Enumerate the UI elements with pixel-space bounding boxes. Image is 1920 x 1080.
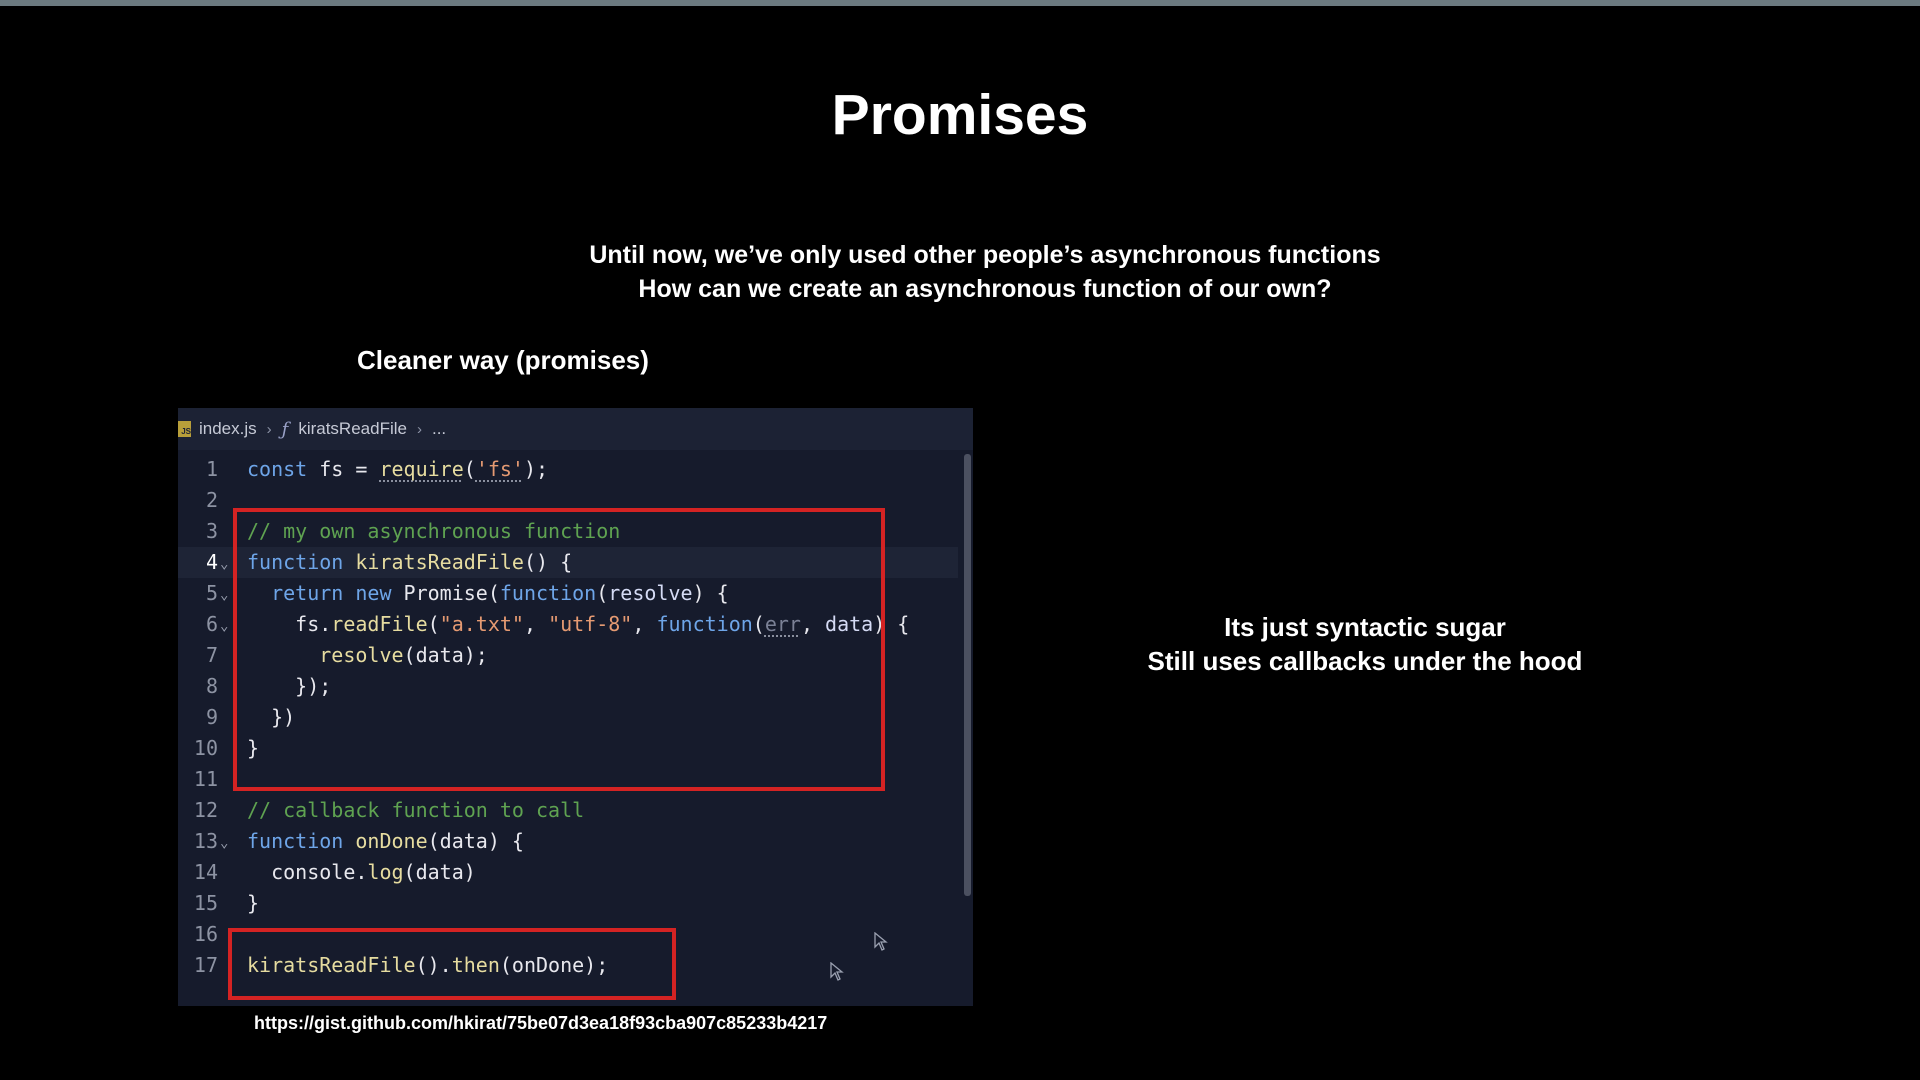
vertical-scrollbar[interactable] [964,454,971,896]
line-number[interactable]: 16 [178,919,218,950]
line-number[interactable]: 10 [178,733,218,764]
code-token: // callback function to call [247,798,585,822]
line-number[interactable]: 4 [178,547,218,578]
code-token: 'fs' [475,457,524,481]
code-token: log [367,860,404,884]
side-note-line-1: Its just syntactic sugar [1224,612,1506,642]
line-number[interactable]: 7 [178,640,218,671]
code-line[interactable]: 1 const fs = require('fs'); [178,454,958,485]
line-number[interactable]: 9 [178,702,218,733]
breadcrumb-more[interactable]: ... [432,419,446,439]
line-number[interactable]: 2 [178,485,218,516]
code-line[interactable]: 15} [178,888,958,919]
code-token: console. [247,860,368,884]
chevron-right-icon: › [266,420,272,438]
code-token: require [379,457,464,481]
line-number[interactable]: 12 [178,795,218,826]
line-number[interactable]: 11 [178,764,218,795]
top-progress-bar [0,0,1920,6]
slide-title: Promises [831,83,1089,147]
line-number[interactable]: 15 [178,888,218,919]
code-token: function [247,829,344,853]
line-number[interactable]: 13 [178,826,218,857]
code-editor[interactable]: JS index.js › ƒ kiratsReadFile › ... 1 co… [178,408,973,1006]
line-number[interactable]: 1 [178,454,218,485]
code-token: } [247,891,260,915]
line-number[interactable]: 14 [178,857,218,888]
line-code: function onDone(data) { [247,826,524,857]
line-number[interactable]: 6 [178,609,218,640]
fold-chevron-icon[interactable]: ⌄ [220,580,228,611]
function-icon: ƒ [281,418,289,440]
code-line[interactable]: 13 ⌄ function onDone(data) { [178,826,958,857]
code-line[interactable]: 12 // callback function to call [178,795,958,826]
highlight-box-call [228,928,676,1000]
section-heading: Cleaner way (promises) [357,345,649,375]
breadcrumb: JS index.js › ƒ kiratsReadFile › ... [178,408,973,450]
subtitle-line-1: Until now, we’ve only used other people’… [589,241,1381,269]
subtitle-line-2: How can we create an asynchronous functi… [638,275,1332,303]
line-number[interactable]: 3 [178,516,218,547]
highlight-box-function [233,508,885,791]
line-code: console.log(data) [247,857,476,888]
breadcrumb-file-label: index.js [199,419,257,438]
code-token: (data) [403,860,476,884]
code-token: onDone [355,829,428,853]
code-token: const [247,457,308,481]
breadcrumb-file[interactable]: JS index.js [178,419,257,439]
gist-link[interactable]: https://gist.github.com/hkirat/75be07d3e… [254,1013,827,1034]
fold-chevron-icon[interactable]: ⌄ [220,549,228,580]
breadcrumb-symbol-label: kiratsReadFile [298,419,407,438]
code-line[interactable]: 14 console.log(data) [178,857,958,888]
slide-subtitle: Until now, we’ve only used other people’… [460,238,1510,306]
line-number[interactable]: 8 [178,671,218,702]
code-token: ); [523,457,549,481]
line-number[interactable]: 17 [178,950,218,981]
line-number[interactable]: 5 [178,578,218,609]
side-note-line-2: Still uses callbacks under the hood [1147,646,1583,676]
line-code: const fs = require('fs'); [247,454,548,485]
code-token: (data) { [427,829,524,853]
code-token: fs = [307,457,380,481]
code-token: ( [463,457,476,481]
fold-chevron-icon[interactable]: ⌄ [220,611,228,642]
line-code: } [247,888,259,919]
side-note: Its just syntactic sugar Still uses call… [1080,610,1650,678]
chevron-right-icon: › [416,420,422,438]
breadcrumb-symbol[interactable]: ƒ kiratsReadFile [282,419,407,440]
line-code: // callback function to call [247,795,584,826]
js-file-icon: JS [178,421,191,437]
fold-chevron-icon[interactable]: ⌄ [220,828,228,859]
